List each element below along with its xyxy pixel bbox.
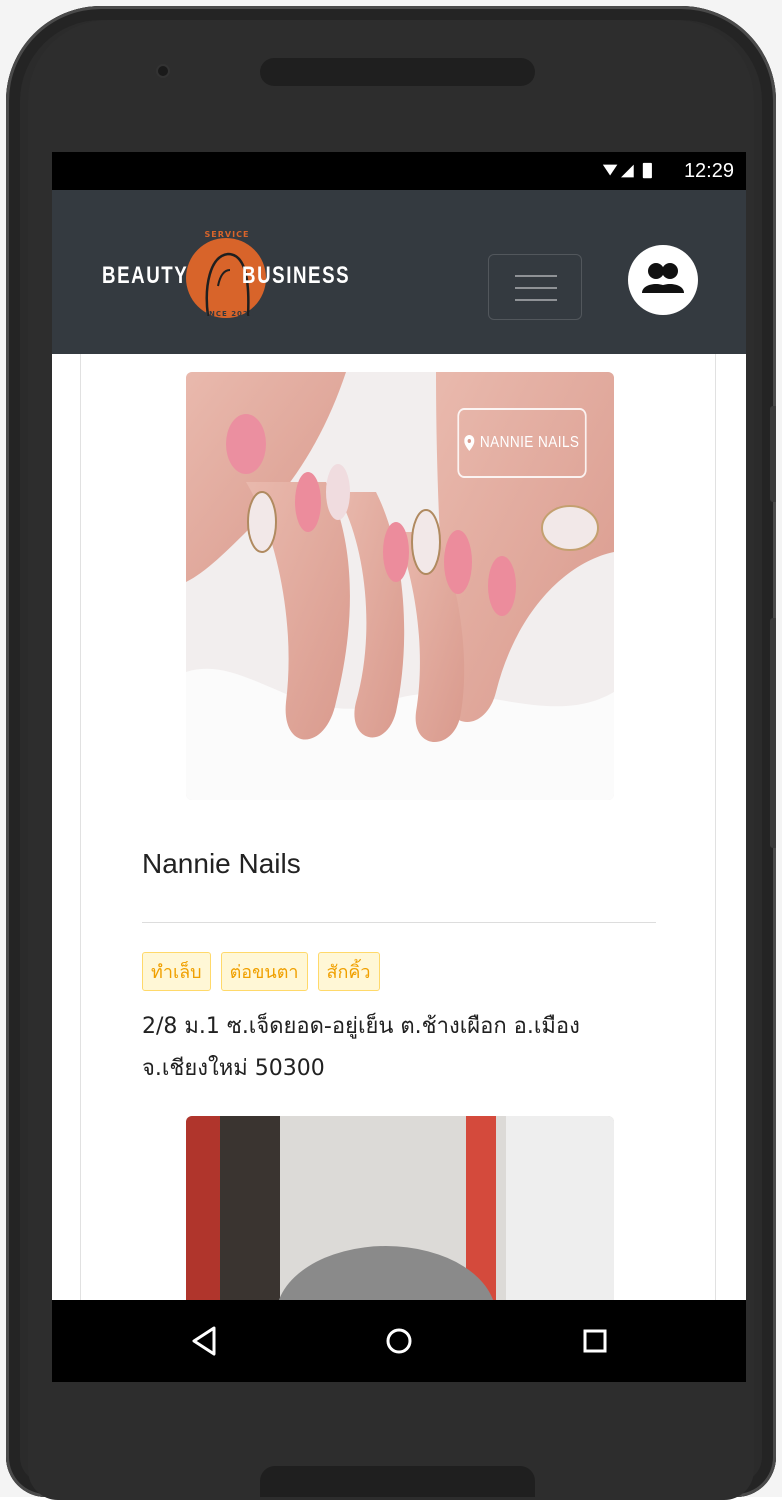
divider	[142, 922, 656, 923]
volume-button	[770, 406, 776, 502]
listing-photo[interactable]: NANNIE NAILS	[186, 372, 614, 800]
hamburger-icon	[515, 275, 557, 277]
tag-eyebrow-tattoo[interactable]: สักคิ้ว	[317, 952, 380, 991]
location-pin-icon	[464, 435, 475, 451]
phone-bottom-grille	[260, 1466, 535, 1497]
photo-location-label: NANNIE NAILS	[479, 434, 580, 451]
signal-battery-icons	[602, 162, 652, 179]
earpiece-speaker	[260, 58, 535, 86]
user-account-button[interactable]	[628, 245, 698, 315]
hamburger-icon-middle	[515, 287, 557, 289]
phone-screen: 12:29 SERVICE BEAUTY BUSINESS SINCE 2020	[52, 152, 746, 1382]
salon-photo-illustration	[186, 1116, 614, 1316]
status-time: 12:29	[683, 160, 734, 182]
logo-text-business: BUSINESS	[242, 262, 351, 289]
front-camera	[158, 66, 168, 76]
hamburger-icon-bottom	[515, 299, 557, 301]
tag-nails[interactable]: ทำเล็บ	[142, 952, 211, 991]
listing-scroll-area[interactable]: NANNIE NAILS Nannie Nails ทำเล็บ ต่อขนตา…	[52, 354, 746, 1316]
back-triangle-icon[interactable]	[182, 1318, 228, 1364]
service-tags: ทำเล็บ ต่อขนตา สักคิ้ว	[142, 952, 380, 991]
shop-name[interactable]: Nannie Nails	[142, 848, 301, 880]
menu-toggle-button[interactable]	[488, 254, 582, 320]
home-circle-icon[interactable]	[376, 1318, 422, 1364]
power-button	[770, 618, 776, 848]
top-navbar: SERVICE BEAUTY BUSINESS SINCE 2020	[52, 190, 746, 354]
tag-eyelash-extension[interactable]: ต่อขนตา	[220, 952, 308, 991]
logo-since-text: SINCE 2020	[199, 310, 255, 318]
system-navigation-bar	[52, 1300, 746, 1382]
recents-square-icon[interactable]	[572, 1318, 618, 1364]
status-bar: 12:29	[52, 152, 746, 190]
logo-text-beauty: BEAUTY	[102, 262, 189, 289]
brand-logo[interactable]: SERVICE BEAUTY BUSINESS SINCE 2020	[102, 226, 362, 322]
users-icon	[642, 263, 684, 293]
shop-address: 2/8 ม.1 ซ.เจ็ดยอด-อยู่เย็น ต.ช้างเผือก อ…	[142, 1014, 580, 1081]
next-listing-photo[interactable]	[186, 1116, 614, 1316]
photo-location-badge: NANNIE NAILS	[457, 408, 587, 478]
